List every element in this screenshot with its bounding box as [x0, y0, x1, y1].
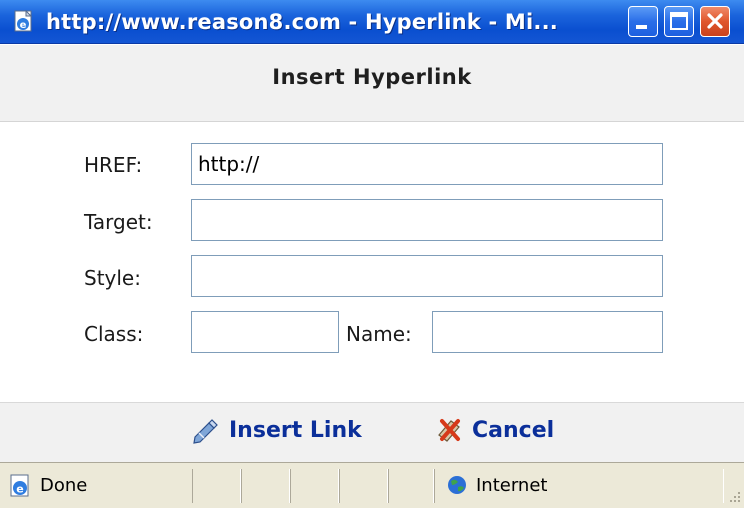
- status-text: Done: [40, 475, 88, 496]
- status-segment: [192, 469, 241, 503]
- minimize-button[interactable]: [628, 6, 658, 37]
- cancel-label: Cancel: [472, 417, 555, 443]
- href-input[interactable]: [191, 143, 663, 185]
- minimize-icon: [636, 25, 647, 29]
- status-segment: [290, 469, 339, 503]
- internet-globe-icon: [448, 476, 466, 494]
- close-icon: [707, 13, 723, 29]
- insert-link-icon: [193, 419, 218, 444]
- cancel-button[interactable]: Cancel: [434, 412, 554, 448]
- cancel-icon: [438, 419, 460, 442]
- name-label: Name:: [346, 322, 412, 346]
- window-title: http://www.reason8.com - Hyperlink - Mi.…: [46, 10, 558, 34]
- class-label: Class:: [84, 322, 144, 346]
- status-segment: [241, 469, 290, 503]
- status-bar: e Done Internet: [0, 462, 744, 508]
- style-label: Style:: [84, 266, 141, 290]
- svg-text:e: e: [16, 483, 23, 496]
- dialog-title: Insert Hyperlink: [272, 65, 472, 89]
- maximize-icon: [670, 12, 688, 30]
- close-button[interactable]: [700, 6, 730, 37]
- target-label: Target:: [84, 210, 153, 234]
- resize-grip-icon[interactable]: [724, 488, 742, 506]
- insert-link-label: Insert Link: [229, 417, 362, 443]
- status-segment: [388, 469, 434, 503]
- ie-page-icon: e: [14, 9, 33, 32]
- href-label: HREF:: [84, 153, 143, 177]
- status-segment: [339, 469, 388, 503]
- name-input[interactable]: [432, 311, 663, 353]
- svg-text:e: e: [20, 20, 27, 31]
- title-bar[interactable]: e http://www.reason8.com - Hyperlink - M…: [0, 0, 744, 44]
- insert-link-button[interactable]: Insert Link: [191, 412, 362, 448]
- hyperlink-dialog-window: e http://www.reason8.com - Hyperlink - M…: [0, 0, 744, 508]
- zone-text: Internet: [476, 475, 548, 496]
- maximize-button[interactable]: [664, 6, 694, 37]
- style-input[interactable]: [191, 255, 663, 297]
- target-input[interactable]: [191, 199, 663, 241]
- class-input[interactable]: [191, 311, 339, 353]
- dialog-footer: [0, 402, 744, 462]
- ie-page-done-icon: e: [10, 474, 29, 497]
